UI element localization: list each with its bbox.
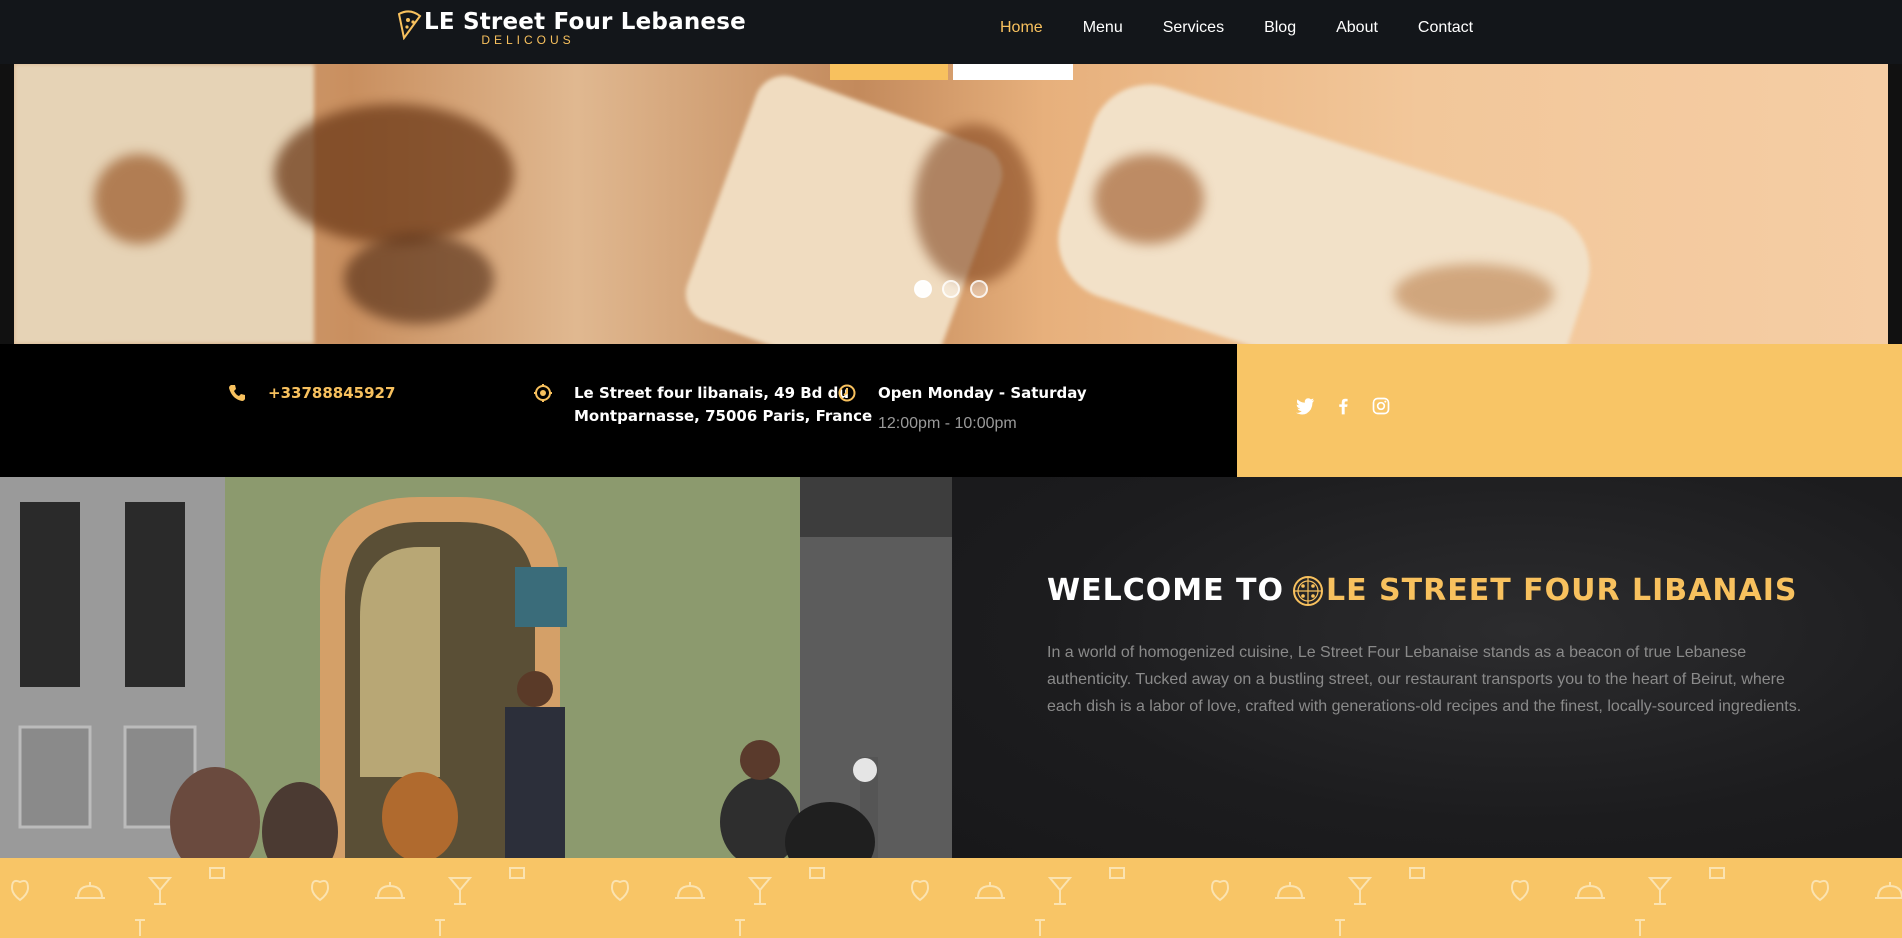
nav-about[interactable]: About (1336, 19, 1378, 37)
navbar: LE Street Four Lebanese DELICOUS Home Me… (0, 0, 1902, 64)
nav-contact[interactable]: Contact (1418, 19, 1473, 37)
twitter-icon[interactable] (1295, 396, 1315, 416)
slider-dot-3[interactable] (970, 280, 988, 298)
welcome-description: In a world of homogenized cuisine, Le St… (1047, 644, 1802, 715)
social-links (1295, 396, 1391, 416)
restaurant-facade-image (0, 477, 952, 858)
hero-secondary-button[interactable] (953, 64, 1073, 80)
nav-services[interactable]: Services (1163, 19, 1224, 37)
phone-link[interactable]: +33788845927 (268, 382, 395, 405)
decorative-pattern-band (0, 858, 1902, 938)
brand-title: LE Street Four Lebanese (424, 9, 746, 35)
welcome-section: WELCOME TO LE STREET FOUR LIBANAIS In a … (952, 477, 1902, 858)
location-icon (534, 384, 552, 402)
instagram-icon[interactable] (1371, 396, 1391, 416)
slider-dots (914, 280, 988, 298)
info-bar: +33788845927 Le Street four libanais, 49… (0, 344, 1237, 477)
phone-info: +33788845927 (228, 382, 395, 405)
open-hours: 12:00pm - 10:00pm (878, 415, 1017, 432)
welcome-title: WELCOME TO LE STREET FOUR LIBANAIS (1047, 573, 1798, 608)
phone-icon (229, 385, 245, 401)
food-pattern-icons (11, 867, 1902, 937)
nav-blog[interactable]: Blog (1264, 19, 1296, 37)
restaurant-photo (0, 477, 952, 858)
clock-icon (838, 384, 856, 402)
open-days: Open Monday - Saturday (878, 384, 1087, 402)
nav-home[interactable]: Home (1000, 19, 1043, 37)
hero-primary-button[interactable] (830, 64, 948, 80)
address-info: Le Street four libanais, 49 Bd du Montpa… (534, 382, 872, 428)
hero-slider (14, 64, 1888, 344)
hours-info: Open Monday - Saturday 12:00pm - 10:00pm (838, 382, 1087, 433)
nav-menu[interactable]: Menu (1083, 19, 1123, 37)
main-nav: Home Menu Services Blog About Contact (1000, 0, 1513, 56)
brand-subtitle: DELICOUS (481, 33, 575, 47)
slider-dot-2[interactable] (942, 280, 960, 298)
pizza-icon (1292, 575, 1323, 606)
facebook-icon[interactable] (1333, 396, 1353, 416)
pizza-slice-icon (397, 10, 422, 40)
address-text: Le Street four libanais, 49 Bd du Montpa… (574, 384, 873, 425)
slider-dot-1[interactable] (914, 280, 932, 298)
brand-logo[interactable]: LE Street Four Lebanese DELICOUS (396, 8, 746, 47)
